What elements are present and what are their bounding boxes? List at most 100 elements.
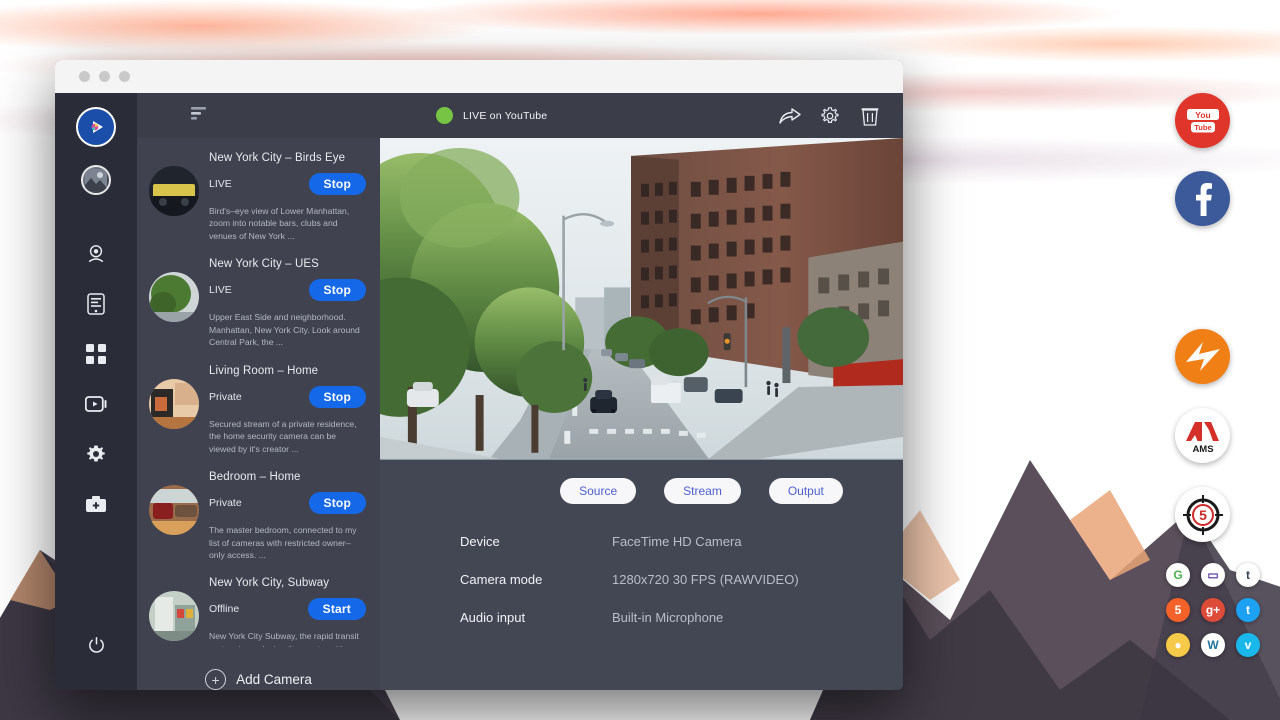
five-icon[interactable]: 5	[1166, 598, 1190, 622]
share-arrow-glyph	[779, 107, 801, 125]
camera-stop-button[interactable]: Stop	[309, 173, 366, 195]
window-minimize-button[interactable]	[99, 71, 110, 82]
desktop-mini-icon-grid[interactable]: G ▭ t 5 g+ t ● Wv	[1140, 563, 1260, 668]
list-toolbar	[137, 93, 380, 138]
live-status-dot	[436, 107, 453, 124]
target-five-glyph: 5	[1180, 492, 1226, 538]
tab-source[interactable]: Source	[560, 478, 636, 504]
tab-output[interactable]: Output	[769, 478, 843, 504]
camera-stop-button[interactable]: Stop	[309, 386, 366, 408]
sun-icon[interactable]: ●	[1166, 633, 1190, 657]
camera-status-row: OfflineStart	[209, 598, 370, 620]
webcam-icon	[86, 244, 106, 264]
gear-icon	[86, 444, 106, 464]
detail-value[interactable]: Built-in Microphone	[612, 610, 723, 625]
youtube-desktop-icon[interactable]: You Tube	[1175, 93, 1230, 148]
camera-list-item[interactable]: New York City, Subway OfflineStart New Yor…	[137, 569, 380, 647]
camera-item-body: New York City – Birds EyeLIVEStopBird's–…	[209, 152, 370, 242]
camera-stop-button[interactable]: Stop	[309, 279, 366, 301]
sort-filter-glyph	[191, 106, 208, 121]
detail-row: Camera mode1280x720 30 FPS (RAWVIDEO)	[460, 572, 903, 587]
camera-thumbnail	[149, 591, 199, 641]
add-camera-icon	[85, 495, 107, 513]
camera-list-item[interactable]: New York City – Birds EyeLIVEStopBird's–…	[137, 144, 380, 250]
adobe-ams-desktop-icon[interactable]: AMS	[1175, 408, 1230, 463]
settings-gear-icon[interactable]	[815, 101, 845, 131]
camera-list[interactable]: New York City – Birds EyeLIVEStopBird's–…	[137, 138, 380, 647]
camera-status-row: PrivateStop	[209, 386, 370, 408]
camera-description: The master bedroom, connected to my list…	[209, 524, 370, 561]
sidebar-rail	[55, 93, 137, 690]
camera-start-button[interactable]: Start	[308, 598, 366, 620]
twitter-mini-icon[interactable]: t	[1236, 598, 1260, 622]
target-five-desktop-icon[interactable]: 5	[1175, 487, 1230, 542]
camera-item-body: Living Room – Home PrivateStop Secured str…	[209, 365, 370, 455]
camera-description: New York City Subway, the rapid transit …	[209, 630, 370, 647]
wowza-desktop-icon[interactable]	[1175, 329, 1230, 384]
detail-key: Device	[460, 534, 612, 549]
mobile-device-icon	[87, 293, 105, 315]
video-player-icon	[85, 395, 107, 413]
window-close-button[interactable]	[79, 71, 90, 82]
avatar-photo-icon	[85, 169, 107, 191]
camera-list-item[interactable]: Living Room – Home PrivateStop Secured str…	[137, 357, 380, 463]
rail-item-player[interactable]	[73, 381, 119, 427]
window-zoom-button[interactable]	[119, 71, 130, 82]
add-camera-button[interactable]: + Add Camera	[137, 647, 380, 690]
rail-item-devices[interactable]	[73, 281, 119, 327]
camera-thumbnail	[149, 379, 199, 429]
svg-text:AMS: AMS	[1192, 444, 1213, 455]
tab-stream[interactable]: Stream	[664, 478, 741, 504]
trash-glyph	[861, 106, 879, 126]
delete-trash-icon[interactable]	[855, 101, 885, 131]
grid-icon	[86, 344, 106, 364]
video-scene-graphic	[380, 138, 903, 459]
mini-icon-row: G ▭ t	[1140, 563, 1260, 587]
detail-value[interactable]: FaceTime HD Camera	[612, 534, 742, 549]
camera-status-row: Private Stop	[209, 492, 370, 514]
camera-list-item[interactable]: New York City – UESLIVEStopUpper East Si…	[137, 250, 380, 356]
rail-item-add[interactable]	[73, 481, 119, 527]
detail-value[interactable]: 1280x720 30 FPS (RAWVIDEO)	[612, 572, 799, 587]
svg-text:You: You	[1195, 109, 1210, 119]
svg-text:5: 5	[1199, 507, 1207, 523]
rail-item-dashboard[interactable]	[73, 331, 119, 377]
rail-item-cameras[interactable]	[73, 231, 119, 277]
rail-item-power[interactable]	[73, 622, 119, 668]
camera-thumbnail	[149, 166, 199, 216]
camera-status-row: LIVEStop	[209, 279, 370, 301]
camera-status: Private	[209, 497, 242, 509]
camera-title: New York City, Subway	[209, 577, 370, 589]
add-camera-label: Add Camera	[236, 672, 312, 687]
youtube-glyph: You Tube	[1186, 108, 1220, 134]
google-plus-mini-icon[interactable]: g+	[1201, 598, 1225, 622]
camera-description: Secured stream of a private residence, t…	[209, 418, 370, 455]
tumblr-icon[interactable]: t	[1236, 563, 1260, 587]
video-preview[interactable]	[380, 138, 903, 460]
wordpress-icon[interactable]: W	[1201, 633, 1225, 657]
camera-title: Bedroom – Home	[209, 471, 370, 483]
twitch-icon[interactable]: ▭	[1201, 563, 1225, 587]
svg-text:Tube: Tube	[1194, 123, 1212, 132]
camera-thumbnail	[149, 485, 199, 535]
camera-list-item[interactable]: Bedroom – Home Private Stop The master bedr…	[137, 463, 380, 569]
sort-filter-icon[interactable]	[191, 106, 208, 126]
user-avatar[interactable]	[81, 165, 111, 195]
facebook-desktop-icon[interactable]	[1175, 171, 1230, 226]
camera-stop-button[interactable]: Stop	[309, 492, 366, 514]
mini-icon-row: 5 g+ t	[1140, 598, 1260, 622]
camera-list-panel: New York City – Birds EyeLIVEStopBird's–…	[137, 93, 380, 690]
vimeo-icon[interactable]: v	[1236, 633, 1260, 657]
app-window: New York City – Birds EyeLIVEStopBird's–…	[55, 60, 903, 690]
share-icon[interactable]	[775, 101, 805, 131]
play-logo-icon	[84, 115, 108, 139]
camera-title: Living Room – Home	[209, 365, 370, 377]
app-logo[interactable]	[76, 107, 116, 147]
grow-icon[interactable]: G	[1166, 563, 1190, 587]
main-panel: LIVE on YouTube	[380, 93, 903, 690]
live-status-label: LIVE on YouTube	[463, 110, 547, 122]
camera-item-body: New York City, Subway OfflineStart New Yor…	[209, 577, 370, 647]
detail-row: DeviceFaceTime HD Camera	[460, 534, 903, 549]
view-tabs[interactable]: Source Stream Output	[500, 460, 903, 504]
rail-item-settings[interactable]	[73, 431, 119, 477]
